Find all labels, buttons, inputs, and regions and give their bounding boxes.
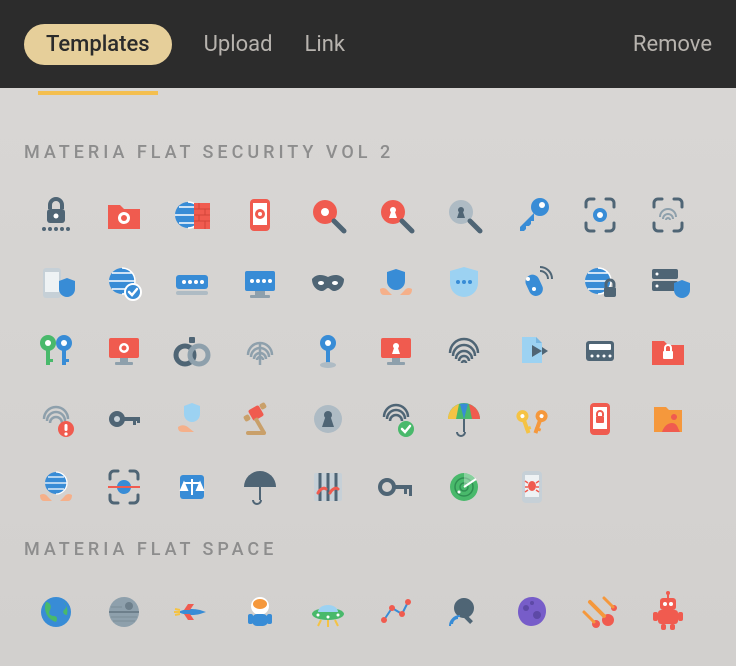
- spaceship-icon[interactable]: [158, 578, 226, 646]
- shield-hands-icon[interactable]: [362, 249, 430, 317]
- fingerprint-icon[interactable]: [226, 317, 294, 385]
- globe-lock-icon[interactable]: [566, 249, 634, 317]
- firewall-globe-icon[interactable]: [158, 181, 226, 249]
- earth-icon[interactable]: [22, 578, 90, 646]
- password-field-icon[interactable]: [158, 249, 226, 317]
- keyhole-zoom-icon[interactable]: [430, 181, 498, 249]
- server-shield-icon[interactable]: [634, 249, 702, 317]
- tab-templates[interactable]: Templates: [24, 24, 172, 65]
- handcuffs-icon[interactable]: [158, 317, 226, 385]
- keyhole-display-icon[interactable]: [362, 317, 430, 385]
- search-eye-icon[interactable]: [294, 181, 362, 249]
- constellation-icon[interactable]: [362, 578, 430, 646]
- fingerprint-large-icon[interactable]: [430, 317, 498, 385]
- fingerprint-scan-icon[interactable]: [634, 181, 702, 249]
- keyhole-icon[interactable]: [294, 385, 362, 453]
- death-star-icon[interactable]: [90, 578, 158, 646]
- top-nav: Templates Upload Link Remove: [0, 0, 736, 88]
- phone-shield-icon[interactable]: [22, 249, 90, 317]
- anonymous-mask-icon[interactable]: [294, 249, 362, 317]
- key-icon[interactable]: [498, 181, 566, 249]
- two-keys-icon[interactable]: [22, 317, 90, 385]
- space-grid: [22, 578, 714, 646]
- gavel-icon[interactable]: [226, 385, 294, 453]
- pin-location-icon[interactable]: [294, 317, 362, 385]
- keyhole-search-icon[interactable]: [362, 181, 430, 249]
- globe-hands-icon[interactable]: [22, 453, 90, 521]
- phone-lock-icon[interactable]: [566, 385, 634, 453]
- tab-upload[interactable]: Upload: [204, 32, 273, 57]
- barcode-scan-icon[interactable]: [90, 453, 158, 521]
- eye-monitor-icon[interactable]: [90, 317, 158, 385]
- astronaut-icon[interactable]: [226, 578, 294, 646]
- pin-keypad-icon[interactable]: [566, 317, 634, 385]
- two-keys-gold-icon[interactable]: [498, 385, 566, 453]
- icon-panel: MATERIA FLAT SECURITY VOL 2: [0, 88, 736, 666]
- meteor-shower-icon[interactable]: [566, 578, 634, 646]
- old-key-icon[interactable]: [362, 453, 430, 521]
- section-title-space: MATERIA FLAT SPACE: [24, 539, 714, 560]
- umbrella-solid-icon[interactable]: [226, 453, 294, 521]
- jail-bars-icon[interactable]: [294, 453, 362, 521]
- satellite-icon[interactable]: [430, 578, 498, 646]
- eye-folder-icon[interactable]: [90, 181, 158, 249]
- biometric-scan-icon[interactable]: [566, 181, 634, 249]
- key-fob-icon[interactable]: [498, 249, 566, 317]
- document-share-icon[interactable]: [498, 317, 566, 385]
- secure-globe-check-icon[interactable]: [90, 249, 158, 317]
- law-scales-icon[interactable]: [158, 453, 226, 521]
- remove-button[interactable]: Remove: [633, 32, 712, 57]
- security-grid: [22, 181, 714, 521]
- hand-shield-icon[interactable]: [158, 385, 226, 453]
- password-display-icon[interactable]: [226, 249, 294, 317]
- fingerprint-verified-icon[interactable]: [362, 385, 430, 453]
- umbrella-color-icon[interactable]: [430, 385, 498, 453]
- key-small-icon[interactable]: [90, 385, 158, 453]
- section-title-security: MATERIA FLAT SECURITY VOL 2: [24, 142, 714, 163]
- asteroid-icon[interactable]: [498, 578, 566, 646]
- padlock-password-icon[interactable]: [22, 181, 90, 249]
- theft-folder-icon[interactable]: [634, 385, 702, 453]
- privacy-phone-icon[interactable]: [226, 181, 294, 249]
- robot-icon[interactable]: [634, 578, 702, 646]
- ufo-icon[interactable]: [294, 578, 362, 646]
- shield-password-icon[interactable]: [430, 249, 498, 317]
- fingerprint-alert-icon[interactable]: [22, 385, 90, 453]
- tab-link[interactable]: Link: [305, 32, 346, 57]
- lock-folder-icon[interactable]: [634, 317, 702, 385]
- radar-icon[interactable]: [430, 453, 498, 521]
- phone-bug-icon[interactable]: [498, 453, 566, 521]
